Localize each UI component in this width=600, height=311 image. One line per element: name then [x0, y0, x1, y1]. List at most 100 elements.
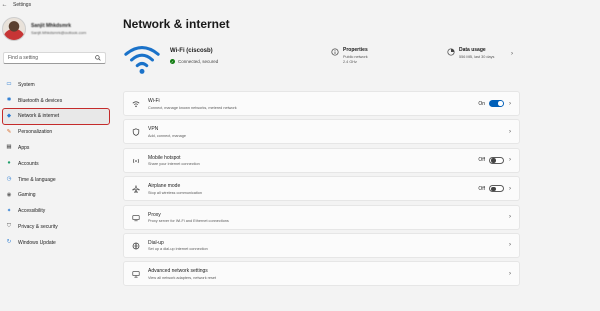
card-title: Airplane mode — [148, 183, 181, 190]
properties-link[interactable]: Properties Public network 2.4 GHz — [331, 47, 368, 65]
back-button[interactable]: ← — [0, 2, 9, 8]
profile[interactable]: Sanjit Mhkdsmrk Sanjit.Mhkdsmrk@outlook.… — [2, 17, 86, 41]
toggle-state-label: Off — [478, 185, 485, 192]
sidebar-item-label: Accounts — [18, 160, 39, 167]
chevron-right-icon[interactable]: › — [509, 101, 511, 107]
card-vpn[interactable]: VPN Add, connect, manage › — [123, 119, 520, 145]
sidebar-item-label: Windows Update — [18, 239, 56, 246]
properties-icon — [331, 48, 339, 56]
sidebar-item-label: Privacy & security — [18, 224, 58, 231]
sidebar-item-label: Network & internet — [18, 113, 60, 120]
sidebar: Sanjit Mhkdsmrk Sanjit.Mhkdsmrk@outlook.… — [0, 9, 118, 311]
sidebar-item-label: Accessibility — [18, 208, 46, 215]
toggle-knob — [491, 186, 496, 192]
connected-check-icon: ✓ — [170, 59, 175, 64]
card-subtitle: Set up a dial-up internet connection — [148, 247, 208, 252]
card-wi-fi[interactable]: Wi-Fi Connect, manage known networks, met… — [123, 91, 520, 116]
sidebar-item-windows-update[interactable]: ↻ Windows Update — [3, 235, 109, 251]
data-usage-title: Data usage — [459, 47, 486, 53]
sidebar-item-label: Bluetooth & devices — [18, 97, 63, 104]
properties-title: Properties — [343, 47, 368, 53]
apps-icon: ▦ — [6, 144, 12, 151]
sidebar-item-label: Time & language — [18, 176, 56, 183]
toggle-state-label: On — [478, 100, 485, 107]
chevron-right-icon[interactable]: › — [509, 157, 511, 163]
sidebar-item-accounts[interactable]: ● Accounts — [3, 156, 109, 172]
chevron-right-icon[interactable]: › — [509, 186, 511, 192]
avatar[interactable] — [2, 17, 26, 41]
sidebar-item-label: Gaming — [18, 192, 36, 199]
sidebar-item-system[interactable]: ▭ System — [3, 77, 109, 93]
toggle-switch[interactable] — [489, 184, 504, 193]
profile-name: Sanjit Mhkdsmrk — [31, 23, 72, 29]
network-summary: Wi-Fi (ciscosb) ✓ Connected, secured Pro… — [123, 40, 520, 86]
data-usage-link[interactable]: Data usage 556 MB, last 30 days — [447, 47, 494, 60]
toggle-switch[interactable] — [489, 99, 504, 108]
toggle-switch[interactable] — [489, 156, 504, 165]
toggle-state-label: Off — [478, 157, 485, 164]
sidebar-item-label: Apps — [18, 145, 30, 152]
wifi-large-icon — [124, 46, 160, 74]
toggle-knob — [498, 101, 503, 106]
data-usage-line1: 556 MB, last 30 days — [459, 54, 495, 59]
profile-email: Sanjit.Mhkdsmrk@outlook.com — [31, 30, 87, 35]
chevron-right-icon[interactable]: › — [509, 129, 511, 135]
card-airplane-mode[interactable]: Airplane mode Stop all wireless communica… — [123, 176, 520, 202]
sidebar-item-personalization[interactable]: ✎ Personalization — [3, 124, 109, 140]
card-subtitle: View all network adapters, network reset — [148, 275, 217, 280]
connection-status-text: Connected, secured — [178, 59, 219, 64]
dialup-icon — [132, 242, 140, 250]
toggle-knob — [491, 158, 496, 163]
chevron-right-icon[interactable]: › — [509, 271, 511, 277]
properties-line1: Public network — [343, 54, 368, 59]
update-icon: ↻ — [6, 239, 12, 246]
card-mobile-hotspot[interactable]: Mobile hotspot Share your internet connec… — [123, 147, 520, 173]
settings-cards: Wi-Fi Connect, manage known networks, met… — [123, 91, 520, 290]
card-subtitle: Proxy server for Wi-Fi and Ethernet conn… — [148, 219, 229, 224]
card-title: Advanced network settings — [148, 268, 208, 275]
sidebar-item-bluetooth-devices[interactable]: ✱ Bluetooth & devices — [3, 93, 109, 109]
search-input[interactable] — [8, 55, 95, 61]
data-usage-icon — [447, 48, 455, 56]
card-proxy[interactable]: Proxy Proxy server for Wi-Fi and Ethernet… — [123, 204, 520, 230]
sidebar-item-label: Personalization — [18, 129, 53, 136]
sidebar-item-time-language[interactable]: ◷ Time & language — [3, 172, 109, 188]
sidebar-item-gaming[interactable]: ◉ Gaming — [3, 188, 109, 204]
window-title: Settings — [13, 1, 32, 8]
sidebar-item-network-internet[interactable]: ◆ Network & internet — [2, 107, 110, 126]
card-advanced-network-settings[interactable]: Advanced network settings View all networ… — [123, 261, 520, 287]
card-title: VPN — [148, 126, 159, 133]
card-title: Wi-Fi — [148, 98, 160, 104]
properties-line2: 2.4 GHz — [343, 59, 357, 64]
chevron-right-icon[interactable]: › — [509, 214, 511, 220]
chevron-right-icon[interactable]: › — [511, 51, 513, 57]
sidebar-item-apps[interactable]: ▦ Apps — [3, 140, 109, 156]
gamepad-icon: ◉ — [6, 191, 12, 198]
card-title: Dial-up — [148, 239, 164, 246]
airplane-icon — [132, 185, 140, 193]
hotspot-icon — [132, 158, 140, 163]
search-icon[interactable] — [95, 55, 101, 61]
monitor-icon: ▭ — [6, 81, 12, 88]
connection-status: ✓ Connected, secured — [170, 59, 218, 64]
chevron-right-icon[interactable]: › — [509, 242, 511, 248]
search-box[interactable] — [3, 52, 106, 64]
card-dial-up[interactable]: Dial-up Set up a dial-up internet connect… — [123, 232, 520, 258]
person-icon: ● — [7, 160, 11, 167]
proxy-icon — [132, 214, 140, 221]
shield-icon: ⛉ — [6, 223, 12, 230]
vpn-shield-icon — [132, 128, 140, 137]
wifi-icon — [132, 101, 140, 108]
sidebar-item-privacy-security[interactable]: ⛉ Privacy & security — [3, 219, 109, 235]
globe-clock-icon: ◷ — [6, 175, 12, 182]
card-subtitle: Add, connect, manage — [148, 133, 186, 138]
accessibility-icon: ✦ — [6, 207, 12, 214]
title-bar: ← Settings — [0, 0, 600, 9]
brush-icon: ✎ — [6, 128, 12, 135]
sidebar-item-label: System — [18, 81, 35, 88]
sidebar-item-accessibility[interactable]: ✦ Accessibility — [3, 203, 109, 219]
network-icon: ◆ — [6, 112, 12, 119]
network-name: Wi-Fi (ciscosb) — [170, 48, 213, 54]
advanced-network-icon — [132, 271, 140, 278]
card-subtitle: Connect, manage known networks, metered … — [148, 105, 237, 110]
